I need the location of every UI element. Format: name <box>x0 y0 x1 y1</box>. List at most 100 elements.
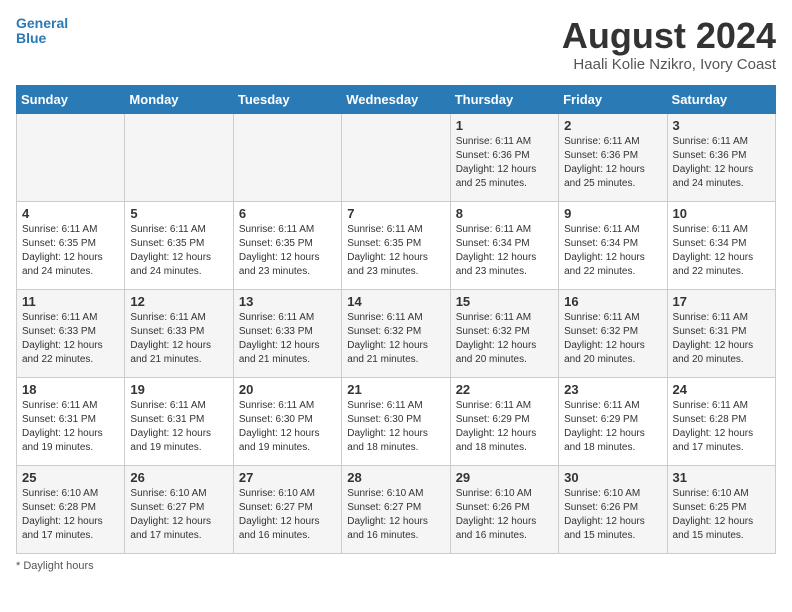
day-number: 12 <box>130 294 227 309</box>
day-number: 1 <box>456 118 553 133</box>
calendar-week-row: 25 Sunrise: 6:10 AM Sunset: 6:28 PM Dayli… <box>17 465 776 553</box>
calendar-cell: 22 Sunrise: 6:11 AM Sunset: 6:29 PM Dayli… <box>450 377 558 465</box>
day-number: 21 <box>347 382 444 397</box>
day-number: 15 <box>456 294 553 309</box>
day-number: 11 <box>22 294 119 309</box>
day-number: 2 <box>564 118 661 133</box>
calendar-cell: 26 Sunrise: 6:10 AM Sunset: 6:27 PM Dayli… <box>125 465 233 553</box>
day-number: 6 <box>239 206 336 221</box>
calendar-cell: 11 Sunrise: 6:11 AM Sunset: 6:33 PM Dayli… <box>17 289 125 377</box>
day-number: 7 <box>347 206 444 221</box>
cell-text: Sunrise: 6:10 AM Sunset: 6:27 PM Dayligh… <box>347 487 444 543</box>
cell-text: Sunrise: 6:11 AM Sunset: 6:29 PM Dayligh… <box>456 399 553 455</box>
day-number: 3 <box>673 118 770 133</box>
cell-text: Sunrise: 6:11 AM Sunset: 6:35 PM Dayligh… <box>239 223 336 279</box>
day-number: 31 <box>673 470 770 485</box>
calendar-cell: 8Sunrise: 6:11 AM Sunset: 6:34 PM Daylig… <box>450 201 558 289</box>
day-number: 9 <box>564 206 661 221</box>
cell-text: Sunrise: 6:11 AM Sunset: 6:28 PM Dayligh… <box>673 399 770 455</box>
calendar-week-row: 4Sunrise: 6:11 AM Sunset: 6:35 PM Daylig… <box>17 201 776 289</box>
calendar-cell: 31Sunrise: 6:10 AM Sunset: 6:25 PM Dayli… <box>667 465 775 553</box>
cell-text: Sunrise: 6:11 AM Sunset: 6:30 PM Dayligh… <box>347 399 444 455</box>
calendar-cell: 30Sunrise: 6:10 AM Sunset: 6:26 PM Dayli… <box>559 465 667 553</box>
cell-text: Sunrise: 6:10 AM Sunset: 6:28 PM Dayligh… <box>22 487 119 543</box>
day-number: 25 <box>22 470 119 485</box>
cell-text: Sunrise: 6:11 AM Sunset: 6:36 PM Dayligh… <box>564 135 661 191</box>
cell-text: Sunrise: 6:10 AM Sunset: 6:27 PM Dayligh… <box>130 487 227 543</box>
cell-text: Sunrise: 6:10 AM Sunset: 6:26 PM Dayligh… <box>456 487 553 543</box>
cell-text: Sunrise: 6:10 AM Sunset: 6:27 PM Dayligh… <box>239 487 336 543</box>
calendar-col-header: Friday <box>559 85 667 113</box>
calendar-cell: 2 Sunrise: 6:11 AM Sunset: 6:36 PM Daylig… <box>559 113 667 201</box>
calendar-col-header: Thursday <box>450 85 558 113</box>
day-number: 26 <box>130 470 227 485</box>
calendar-table: SundayMondayTuesdayWednesdayThursdayFrid… <box>16 85 776 554</box>
day-number: 27 <box>239 470 336 485</box>
day-number: 18 <box>22 382 119 397</box>
calendar-cell: 14Sunrise: 6:11 AM Sunset: 6:32 PM Dayli… <box>342 289 450 377</box>
cell-text: Sunrise: 6:11 AM Sunset: 6:31 PM Dayligh… <box>673 311 770 367</box>
calendar-cell: 10 Sunrise: 6:11 AM Sunset: 6:34 PM Dayli… <box>667 201 775 289</box>
calendar-week-row: 18 Sunrise: 6:11 AM Sunset: 6:31 PM Dayli… <box>17 377 776 465</box>
month-title: August 2024 <box>562 16 776 56</box>
calendar-cell: 9 Sunrise: 6:11 AM Sunset: 6:34 PM Daylig… <box>559 201 667 289</box>
day-number: 30 <box>564 470 661 485</box>
calendar-col-header: Saturday <box>667 85 775 113</box>
cell-text: Sunrise: 6:11 AM Sunset: 6:35 PM Dayligh… <box>22 223 119 279</box>
calendar-cell: 5 Sunrise: 6:11 AM Sunset: 6:35 PM Daylig… <box>125 201 233 289</box>
calendar-cell: 6 Sunrise: 6:11 AM Sunset: 6:35 PM Daylig… <box>233 201 341 289</box>
header: General Blue GeneralBlue August 2024 Haa… <box>16 16 776 73</box>
cell-text: Sunrise: 6:11 AM Sunset: 6:33 PM Dayligh… <box>22 311 119 367</box>
day-number: 5 <box>130 206 227 221</box>
calendar-cell: 13Sunrise: 6:11 AM Sunset: 6:33 PM Dayli… <box>233 289 341 377</box>
day-number: 28 <box>347 470 444 485</box>
cell-text: Sunrise: 6:11 AM Sunset: 6:33 PM Dayligh… <box>130 311 227 367</box>
cell-text: Sunrise: 6:11 AM Sunset: 6:31 PM Dayligh… <box>22 399 119 455</box>
title-block: August 2024 Haali Kolie Nzikro, Ivory Co… <box>562 16 776 73</box>
calendar-week-row: 11 Sunrise: 6:11 AM Sunset: 6:33 PM Dayli… <box>17 289 776 377</box>
calendar-cell: 24Sunrise: 6:11 AM Sunset: 6:28 PM Dayli… <box>667 377 775 465</box>
day-number: 10 <box>673 206 770 221</box>
day-number: 16 <box>564 294 661 309</box>
location-title: Haali Kolie Nzikro, Ivory Coast <box>562 56 776 73</box>
calendar-cell: 15 Sunrise: 6:11 AM Sunset: 6:32 PM Dayli… <box>450 289 558 377</box>
calendar-col-header: Tuesday <box>233 85 341 113</box>
calendar-col-header: Sunday <box>17 85 125 113</box>
calendar-col-header: Wednesday <box>342 85 450 113</box>
calendar-cell: 3Sunrise: 6:11 AM Sunset: 6:36 PM Daylig… <box>667 113 775 201</box>
cell-text: Sunrise: 6:11 AM Sunset: 6:33 PM Dayligh… <box>239 311 336 367</box>
cell-text: Sunrise: 6:11 AM Sunset: 6:31 PM Dayligh… <box>130 399 227 455</box>
cell-text: Sunrise: 6:11 AM Sunset: 6:29 PM Dayligh… <box>564 399 661 455</box>
day-number: 29 <box>456 470 553 485</box>
cell-text: Sunrise: 6:11 AM Sunset: 6:32 PM Dayligh… <box>347 311 444 367</box>
cell-text: Sunrise: 6:11 AM Sunset: 6:34 PM Dayligh… <box>673 223 770 279</box>
day-number: 8 <box>456 206 553 221</box>
calendar-cell <box>125 113 233 201</box>
cell-text: Sunrise: 6:11 AM Sunset: 6:35 PM Dayligh… <box>130 223 227 279</box>
calendar-cell: 12 Sunrise: 6:11 AM Sunset: 6:33 PM Dayli… <box>125 289 233 377</box>
calendar-cell: 1Sunrise: 6:11 AM Sunset: 6:36 PM Daylig… <box>450 113 558 201</box>
footer-note-text: Daylight hours <box>23 560 93 572</box>
calendar-week-row: 1 Sunrise: 6:11 AM Sunset: 6:36 PM Daylig… <box>17 113 776 201</box>
calendar-cell: 19Sunrise: 6:11 AM Sunset: 6:31 PM Dayli… <box>125 377 233 465</box>
calendar-cell: 7Sunrise: 6:11 AM Sunset: 6:35 PM Daylig… <box>342 201 450 289</box>
day-number: 20 <box>239 382 336 397</box>
calendar-cell: 25 Sunrise: 6:10 AM Sunset: 6:28 PM Dayli… <box>17 465 125 553</box>
day-number: 17 <box>673 294 770 309</box>
calendar-col-header: Monday <box>125 85 233 113</box>
logo: General Blue GeneralBlue <box>16 16 68 47</box>
cell-text: Sunrise: 6:11 AM Sunset: 6:34 PM Dayligh… <box>564 223 661 279</box>
cell-text: Sunrise: 6:11 AM Sunset: 6:32 PM Dayligh… <box>456 311 553 367</box>
calendar-cell: 23 Sunrise: 6:11 AM Sunset: 6:29 PM Dayli… <box>559 377 667 465</box>
day-number: 23 <box>564 382 661 397</box>
calendar-cell <box>233 113 341 201</box>
calendar-cell: 21 Sunrise: 6:11 AM Sunset: 6:30 PM Dayli… <box>342 377 450 465</box>
day-number: 22 <box>456 382 553 397</box>
calendar-cell <box>342 113 450 201</box>
cell-text: Sunrise: 6:11 AM Sunset: 6:30 PM Dayligh… <box>239 399 336 455</box>
calendar-header-row: SundayMondayTuesdayWednesdayThursdayFrid… <box>17 85 776 113</box>
calendar-cell: 16Sunrise: 6:11 AM Sunset: 6:32 PM Dayli… <box>559 289 667 377</box>
calendar-cell: 27 Sunrise: 6:10 AM Sunset: 6:27 PM Dayli… <box>233 465 341 553</box>
calendar-cell: 4Sunrise: 6:11 AM Sunset: 6:35 PM Daylig… <box>17 201 125 289</box>
calendar-body: 1 Sunrise: 6:11 AM Sunset: 6:36 PM Daylig… <box>17 113 776 553</box>
